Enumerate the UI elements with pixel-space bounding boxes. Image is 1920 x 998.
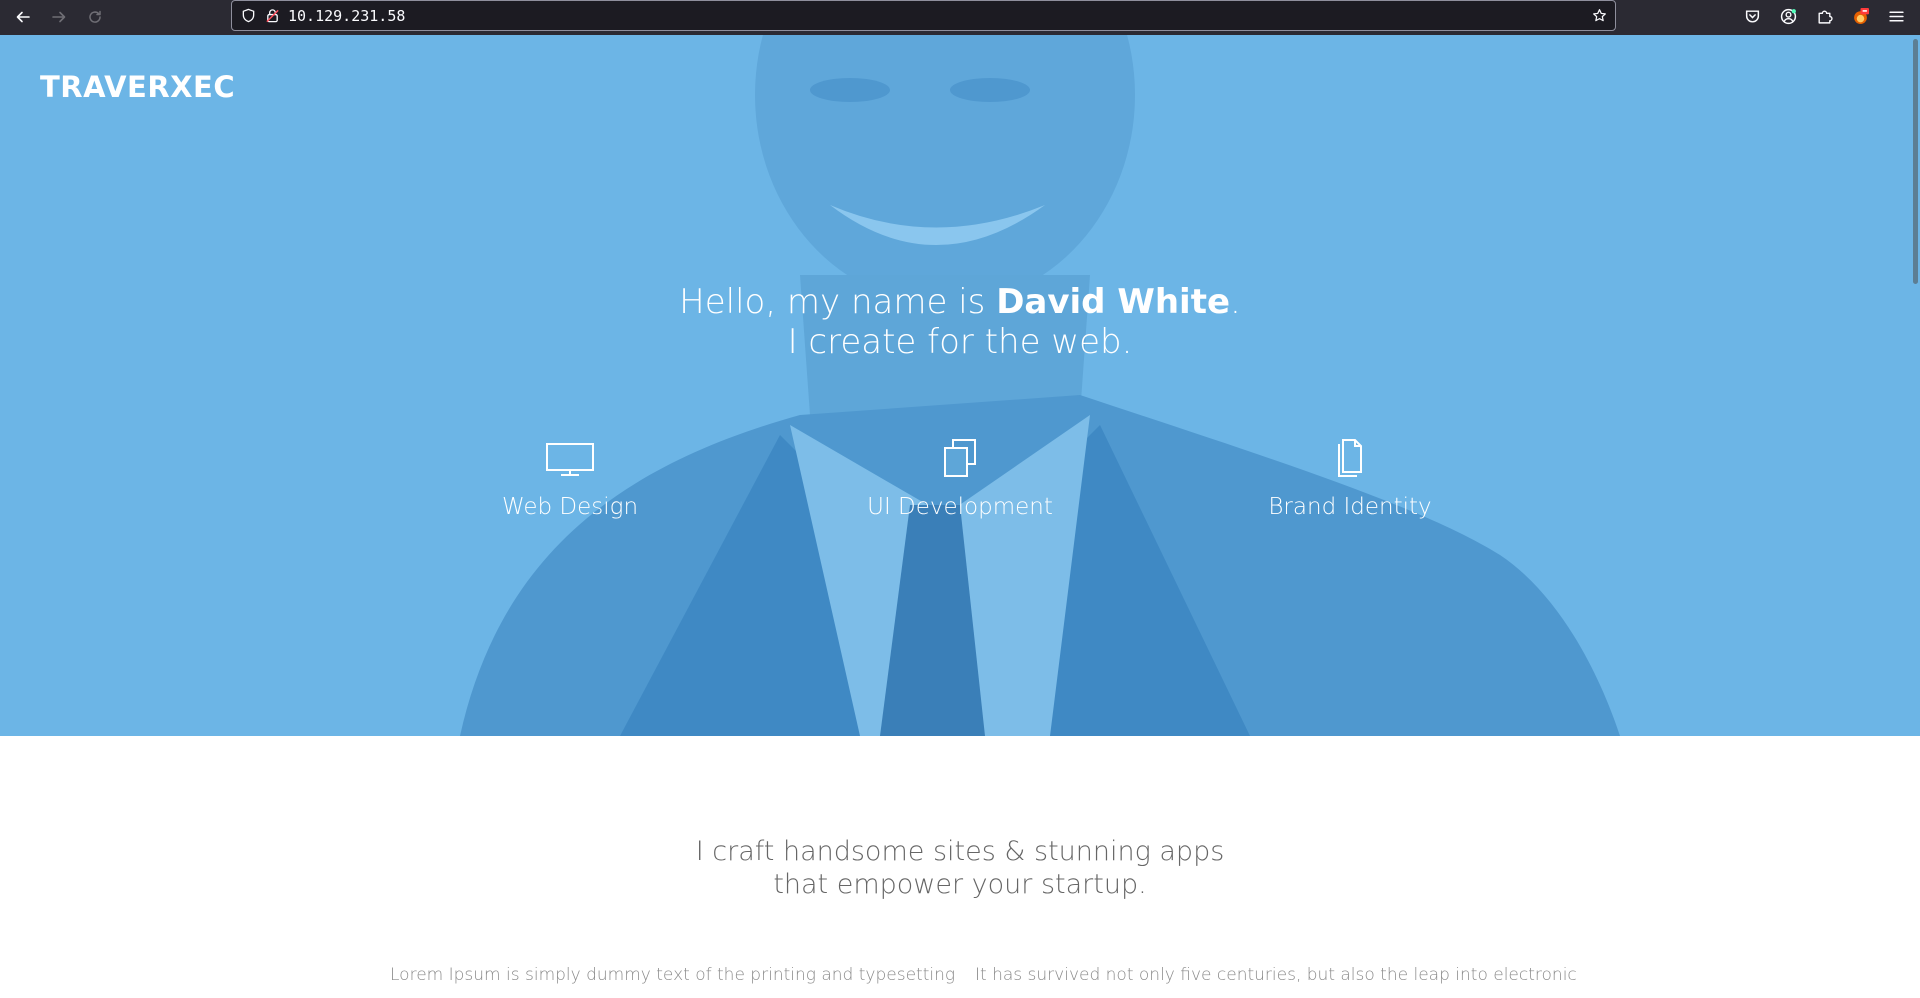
account-icon[interactable] [1778,6,1798,26]
service-web-design: Web Design [420,438,720,520]
url-text[interactable]: 10.129.231.58 [288,7,405,25]
page-content: TRAVERXEC Hello, my name is David White.… [0,35,1920,998]
fox-extension-icon[interactable] [1850,6,1870,26]
headline-name: David White [996,282,1231,322]
tagline-line2: that empower your startup. [773,869,1147,900]
about-paragraph-right: It has survived not only five centuries,… [975,965,1577,985]
about-tagline: I craft handsome sites & stunning apps t… [0,835,1920,901]
service-label: UI Development [867,494,1053,520]
browser-toolbar: 10.129.231.58 [0,0,1920,35]
shield-icon[interactable] [240,8,256,24]
headline-prefix: Hello, my name is [679,282,997,322]
back-button[interactable] [10,4,36,30]
service-label: Web Design [501,494,639,520]
pocket-icon[interactable] [1742,6,1762,26]
reload-icon [89,10,101,23]
service-brand-identity: Brand Identity [1200,438,1500,520]
site-logo[interactable]: TRAVERXEC [40,70,235,104]
headline-suffix: . [1230,282,1241,322]
arrow-right-icon [52,11,66,23]
page-scrollbar[interactable] [1910,35,1920,998]
arrow-left-icon [16,11,30,23]
hamburger-menu-icon[interactable] [1886,6,1906,26]
reload-button[interactable] [82,4,108,30]
tagline-line1: I craft handsome sites & stunning apps [695,836,1225,867]
forward-button[interactable] [46,4,72,30]
hero-background-portrait [0,35,1920,736]
documents-icon [1338,439,1362,477]
service-ui-development: UI Development [810,438,1110,520]
star-icon[interactable] [1591,7,1607,23]
url-bar[interactable]: 10.129.231.58 [231,0,1616,31]
scrollbar-thumb[interactable] [1913,39,1918,284]
headline-line2: I create for the web. [787,322,1133,362]
service-label: Brand Identity [1268,494,1432,520]
hero-headline: Hello, my name is David White. I create … [0,282,1920,362]
stacked-windows-icon [944,439,976,477]
about-paragraph-left: Lorem Ipsum is simply dummy text of the … [390,965,956,985]
monitor-icon [546,443,594,476]
hero-section: TRAVERXEC Hello, my name is David White.… [0,35,1920,736]
puzzle-icon[interactable] [1814,6,1834,26]
insecure-lock-icon[interactable] [264,8,280,24]
